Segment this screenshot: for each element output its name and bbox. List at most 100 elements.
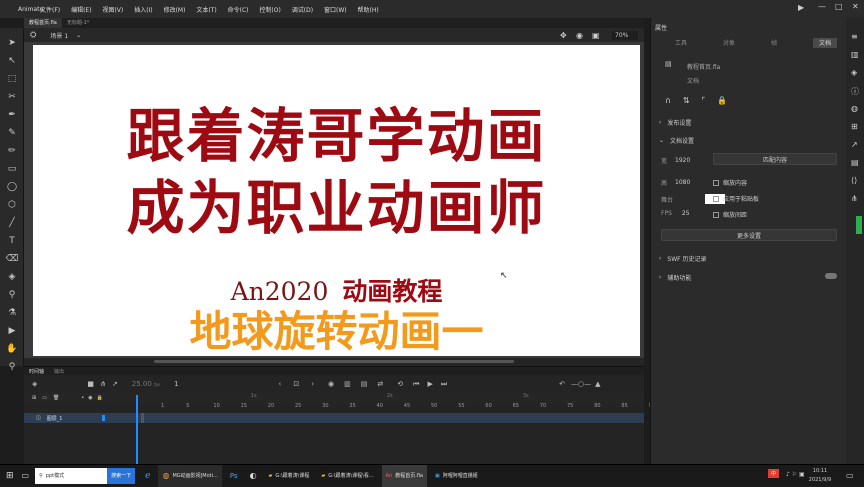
match-contents-button[interactable]: 匹配内容 (713, 153, 837, 165)
parent-icon[interactable]: ⋔ (100, 380, 106, 388)
zoom-tool-icon[interactable]: ⚲ (0, 358, 24, 376)
menu-file[interactable]: 文件(F) (40, 7, 60, 14)
bone-tool-icon[interactable]: ⚲ (0, 286, 24, 304)
height-value[interactable]: 1080 (675, 179, 690, 186)
brush-tool-icon[interactable]: ✎ (0, 124, 24, 142)
components-panel-icon[interactable]: ▤ (851, 158, 859, 167)
graph-icon[interactable]: ↗ (112, 380, 118, 388)
info-panel-icon[interactable]: ⓘ (851, 86, 859, 97)
layers-icon[interactable]: ◈ (32, 380, 37, 388)
apply-pasteboard-checkbox[interactable] (713, 195, 719, 202)
camera-icon[interactable]: ◉ (576, 31, 583, 40)
play-button-icon[interactable]: ▶ (427, 380, 432, 388)
corner-icon[interactable]: ⌜ (702, 96, 706, 105)
show-hide-icon[interactable]: ◉ (88, 395, 92, 401)
tab-object[interactable]: 对象 (723, 38, 735, 48)
menu-debug[interactable]: 调试(D) (292, 7, 313, 14)
menu-window[interactable]: 窗口(W) (324, 7, 347, 14)
tab-frame[interactable]: 帧 (771, 38, 777, 48)
zoom-field[interactable]: 70% (612, 30, 638, 40)
brush-library-icon[interactable]: ⋔ (851, 194, 858, 203)
onion-outline-icon[interactable]: ▥ (344, 380, 351, 388)
lasso-tool-icon[interactable]: ✂ (0, 88, 24, 106)
properties-panel-icon[interactable]: ≡ (851, 32, 858, 41)
rectangle-tool-icon[interactable]: ▭ (0, 160, 24, 178)
code-panel-icon[interactable]: ⟨⟩ (851, 176, 857, 185)
scene-icon[interactable]: ⛭ (30, 30, 36, 40)
clip-icon[interactable]: ▣ (592, 31, 600, 40)
search-box[interactable]: ⚲ ppt模式 (35, 467, 108, 484)
pencil-tool-icon[interactable]: ✏ (0, 142, 24, 160)
assets-panel-icon[interactable]: ◈ (851, 68, 857, 77)
maximize-icon[interactable]: □ (835, 2, 843, 11)
menu-text[interactable]: 文本(T) (196, 7, 216, 14)
media-icon[interactable]: ◐ (246, 465, 261, 487)
prev-keyframe-icon[interactable]: ‹ (279, 380, 282, 388)
step-forward-icon[interactable]: ⏭ (441, 380, 447, 389)
play-icon[interactable]: ▶ (798, 3, 804, 12)
selection-tool-icon[interactable]: ➤ (0, 34, 24, 52)
playhead[interactable] (136, 395, 138, 465)
onion-skin-icon[interactable]: ◉ (328, 380, 334, 388)
lock-icon[interactable]: 🔒 (97, 395, 103, 401)
fps-field[interactable]: 25.00 fps (132, 380, 160, 388)
menu-edit[interactable]: 编辑(E) (71, 7, 91, 14)
ime-indicator[interactable]: 中 (768, 469, 780, 478)
subselection-tool-icon[interactable]: ↖ (0, 52, 24, 70)
scrollbar-thumb[interactable] (154, 360, 514, 363)
scene-selector[interactable]: 场景 1 (50, 31, 68, 40)
tab-current-doc[interactable]: 教程首页.fla (24, 18, 62, 28)
more-settings-button[interactable]: 更多设置 (661, 229, 837, 241)
lock-icon[interactable]: 🔒 (717, 96, 727, 105)
text-tool-icon[interactable]: T (0, 232, 24, 250)
camera-icon[interactable]: ■ (87, 380, 94, 388)
scale-spacing-option[interactable]: 缩放间距 (713, 210, 747, 219)
tab-timeline[interactable]: 时间轴 (24, 367, 49, 375)
stage-canvas[interactable]: 跟着涛哥学动画 成为职业动画师 An2020 动画教程 地球旋转动画一 ↖ (33, 45, 640, 356)
tab-document[interactable]: 文档 (812, 38, 837, 48)
menu-insert[interactable]: 插入(I) (134, 7, 152, 14)
width-value[interactable]: 1920 (675, 157, 690, 164)
motion-panel-icon[interactable]: ↗ (851, 140, 858, 149)
pen-tool-icon[interactable]: ✒ (0, 106, 24, 124)
doc-settings-section[interactable]: ⌄ 文档设置 (659, 136, 694, 145)
accessibility-section[interactable]: › 辅助功能 (659, 273, 691, 282)
outline-icon[interactable]: • (81, 395, 84, 401)
polystar-tool-icon[interactable]: ⬡ (0, 196, 24, 214)
tab-tool[interactable]: 工具 (675, 38, 687, 48)
next-keyframe-icon[interactable]: › (311, 380, 314, 388)
explorer-app-2[interactable]: ▰ G:\跟着涛\课程\看... (317, 465, 377, 487)
sync-icon[interactable]: ⇄ (377, 380, 383, 388)
search-button[interactable]: 搜索一下 (107, 467, 136, 484)
tab-output[interactable]: 输出 (49, 367, 69, 375)
windows-start-icon[interactable]: ⊞ (0, 465, 18, 487)
minimize-icon[interactable]: — (818, 2, 826, 11)
delete-layer-icon[interactable]: 🗑 (53, 395, 59, 401)
eyedropper-tool-icon[interactable]: ⚗ (0, 304, 24, 322)
swf-history-section[interactable]: › SWF 历史记录 (659, 254, 707, 263)
keyframe[interactable] (141, 413, 145, 423)
chevron-down-icon[interactable]: ⌄ (76, 32, 81, 39)
photoshop-icon[interactable]: Ps (226, 465, 242, 487)
close-icon[interactable]: ✕ (852, 2, 859, 11)
line-tool-icon[interactable]: ╱ (0, 214, 24, 232)
publish-settings-section[interactable]: › 发布设置 (659, 118, 691, 127)
live-app[interactable]: ▣ 阿哩阿哩直播姬 (431, 465, 482, 487)
animate-app[interactable]: An 教程首页.fla (381, 464, 427, 487)
step-back-icon[interactable]: ⏮ (413, 380, 419, 389)
fps-input[interactable]: 25 (682, 210, 690, 217)
snap-icon[interactable]: ✥ (560, 31, 567, 40)
chrome-app[interactable]: ◍ MG动画影视|Moti... (158, 464, 222, 487)
align-panel-icon[interactable]: ⊞ (851, 122, 858, 131)
new-folder-icon[interactable]: ▭ (42, 395, 47, 401)
clock[interactable]: 10:11 2021/9/9 (800, 467, 840, 485)
loop-icon[interactable]: ⟲ (397, 380, 403, 388)
undo-icon[interactable]: ↶ (559, 380, 565, 388)
tab-untitled-doc[interactable]: 无标题-1* (62, 18, 95, 28)
swap-icon[interactable]: ⇅ (683, 96, 690, 105)
hand-tool-icon[interactable]: ✋ (0, 340, 24, 358)
new-layer-icon[interactable]: ⊞ (32, 395, 36, 401)
layer-row[interactable]: ◫ 图层_1 (24, 413, 644, 423)
zoom-slider[interactable]: —○— (571, 380, 591, 388)
menu-modify[interactable]: 修改(M) (164, 7, 186, 14)
